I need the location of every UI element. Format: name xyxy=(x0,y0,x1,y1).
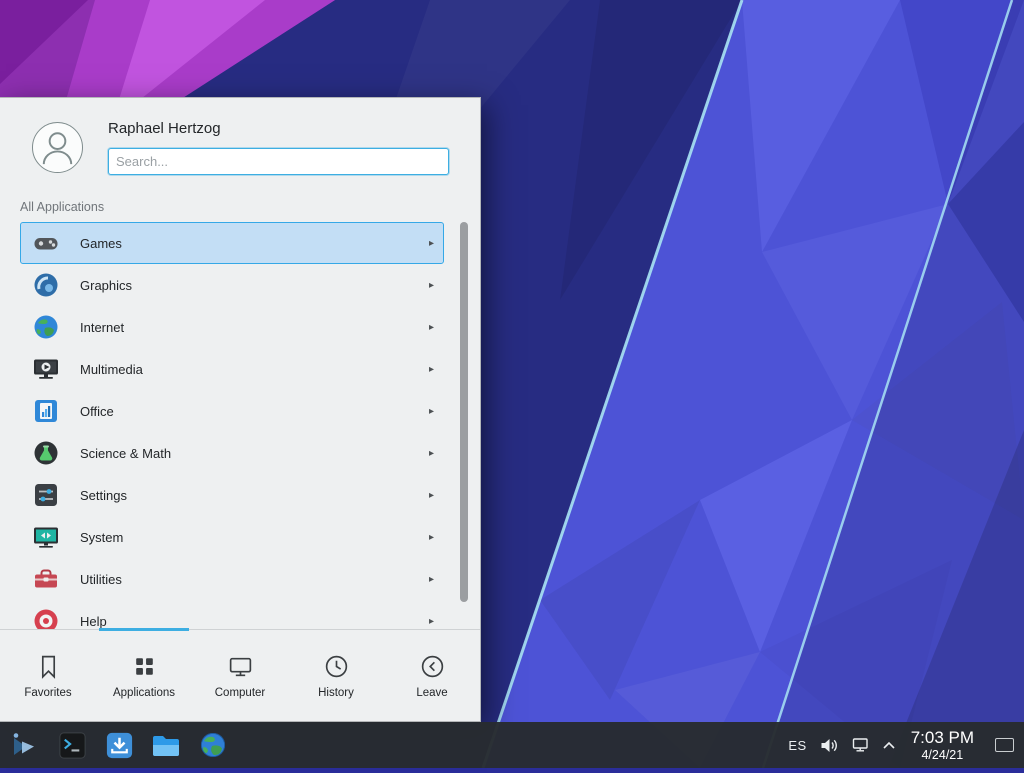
active-tab-indicator xyxy=(99,628,189,631)
system-icon xyxy=(32,523,60,551)
gamepad-icon xyxy=(32,229,60,257)
terminal-task-button[interactable] xyxy=(55,728,89,762)
menu-item-internet[interactable]: Internet ▸ xyxy=(20,306,444,348)
application-launcher-icon xyxy=(9,729,41,761)
menu-item-label: System xyxy=(80,530,429,545)
menu-item-system[interactable]: System ▸ xyxy=(20,516,444,558)
science-icon xyxy=(32,439,60,467)
menu-item-graphics[interactable]: Graphics ▸ xyxy=(20,264,444,306)
tab-label: Favorites xyxy=(24,687,71,699)
menu-item-label: Science & Math xyxy=(80,446,429,461)
menu-item-label: Internet xyxy=(80,320,429,335)
tab-favorites[interactable]: Favorites xyxy=(0,630,96,721)
launcher-footer-tabs: Favorites Applications Computer History … xyxy=(0,629,480,721)
terminal-icon xyxy=(57,730,88,761)
tab-label: Leave xyxy=(416,687,447,699)
tab-history[interactable]: History xyxy=(288,630,384,721)
file-manager-task-button[interactable] xyxy=(149,728,183,762)
discover-icon xyxy=(104,730,135,761)
system-tray: ES 7:03 PM 4/24/21 xyxy=(788,728,1024,761)
launcher-header: Raphael Hertzog xyxy=(0,98,480,186)
app-grid-icon xyxy=(131,653,158,680)
settings-icon xyxy=(32,481,60,509)
user-name: Raphael Hertzog xyxy=(108,120,221,137)
application-launcher-button[interactable] xyxy=(8,728,42,762)
menu-item-label: Multimedia xyxy=(80,362,429,377)
application-category-list: Games ▸ Graphics ▸ Internet ▸ Multimedia… xyxy=(0,221,480,629)
menu-item-label: Help xyxy=(80,614,429,629)
chevron-right-icon: ▸ xyxy=(429,532,434,543)
section-label: All Applications xyxy=(20,200,480,214)
expand-tray-icon[interactable] xyxy=(882,740,896,750)
menu-item-office[interactable]: Office ▸ xyxy=(20,390,444,432)
menu-item-utilities[interactable]: Utilities ▸ xyxy=(20,558,444,600)
tab-leave[interactable]: Leave xyxy=(384,630,480,721)
search-input[interactable] xyxy=(108,148,449,175)
globe-icon xyxy=(32,313,60,341)
user-icon xyxy=(33,123,82,172)
menu-item-label: Settings xyxy=(80,488,429,503)
tab-computer[interactable]: Computer xyxy=(192,630,288,721)
menu-item-science-math[interactable]: Science & Math ▸ xyxy=(20,432,444,474)
computer-icon xyxy=(227,653,254,680)
chevron-right-icon: ▸ xyxy=(429,490,434,501)
application-launcher-menu: Raphael Hertzog All Applications Games ▸… xyxy=(0,97,481,722)
chevron-right-icon: ▸ xyxy=(429,448,434,459)
clock-icon xyxy=(323,653,350,680)
volume-icon[interactable] xyxy=(820,737,839,754)
chevron-right-icon: ▸ xyxy=(429,364,434,375)
clock-time: 7:03 PM xyxy=(911,728,974,747)
menu-item-label: Graphics xyxy=(80,278,429,293)
show-desktop-button[interactable] xyxy=(995,738,1014,752)
menu-item-label: Utilities xyxy=(80,572,429,587)
chevron-right-icon: ▸ xyxy=(429,616,434,627)
menu-item-settings[interactable]: Settings ▸ xyxy=(20,474,444,516)
taskbar-left xyxy=(0,728,230,762)
chevron-right-icon: ▸ xyxy=(429,238,434,249)
graphics-icon xyxy=(32,271,60,299)
tab-applications[interactable]: Applications xyxy=(96,630,192,721)
file-manager-icon xyxy=(150,729,182,761)
keyboard-layout-indicator[interactable]: ES xyxy=(788,738,806,753)
utilities-icon xyxy=(32,565,60,593)
clock-date: 4/24/21 xyxy=(911,748,974,762)
chevron-right-icon: ▸ xyxy=(429,280,434,291)
tab-label: Applications xyxy=(113,687,175,699)
multimedia-icon xyxy=(32,355,60,383)
chevron-right-icon: ▸ xyxy=(429,574,434,585)
discover-task-button[interactable] xyxy=(102,728,136,762)
user-avatar[interactable] xyxy=(32,122,83,173)
menu-item-games[interactable]: Games ▸ xyxy=(20,222,444,264)
menu-item-multimedia[interactable]: Multimedia ▸ xyxy=(20,348,444,390)
leave-icon xyxy=(419,653,446,680)
chevron-right-icon: ▸ xyxy=(429,406,434,417)
menu-item-help[interactable]: Help ▸ xyxy=(20,600,444,629)
digital-clock[interactable]: 7:03 PM 4/24/21 xyxy=(911,728,974,761)
network-icon[interactable] xyxy=(852,737,869,753)
web-browser-icon xyxy=(198,730,228,760)
list-scrollbar[interactable] xyxy=(460,222,468,602)
office-icon xyxy=(32,397,60,425)
bookmark-icon xyxy=(35,653,62,680)
tab-label: Computer xyxy=(215,687,266,699)
web-browser-task-button[interactable] xyxy=(196,728,230,762)
menu-item-label: Games xyxy=(80,236,429,251)
chevron-right-icon: ▸ xyxy=(429,322,434,333)
help-icon xyxy=(32,607,60,629)
tab-label: History xyxy=(318,687,354,699)
taskbar-panel: ES 7:03 PM 4/24/21 xyxy=(0,722,1024,768)
menu-item-label: Office xyxy=(80,404,429,419)
